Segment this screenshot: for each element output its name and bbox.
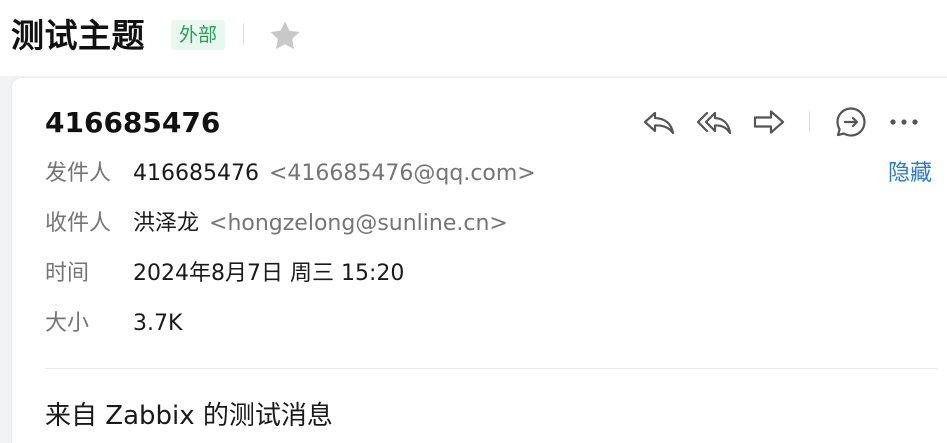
actions-divider: [809, 111, 810, 133]
reply-icon[interactable]: [642, 105, 676, 139]
to-value: 洪泽龙 <hongzelong@sunline.cn>: [133, 208, 508, 240]
mail-body: 来自 Zabbix 的测试消息: [45, 401, 333, 431]
subject-bar: 测试主题 外部: [0, 0, 947, 76]
mail-actions: [642, 105, 932, 139]
time-label: 时间: [45, 261, 90, 286]
time-value: 2024年8月7日 周三 15:20: [133, 261, 405, 286]
from-label: 发件人: [45, 161, 112, 186]
star-icon[interactable]: [266, 17, 304, 55]
recipient-name[interactable]: 洪泽龙: [133, 211, 199, 236]
to-label: 收件人: [45, 211, 112, 236]
size-value: 3.7K: [133, 311, 183, 336]
mail-reader: 测试主题 外部 416685476 隐藏 发件人 416685476 <4166…: [0, 0, 947, 443]
sender-heading: 416685476: [45, 106, 221, 139]
chat-reply-icon[interactable]: [834, 105, 868, 139]
forward-icon[interactable]: [752, 105, 786, 139]
recipient-address[interactable]: <hongzelong@sunline.cn>: [209, 211, 508, 236]
reply-all-icon[interactable]: [697, 105, 731, 139]
from-value: 416685476 <416685476@qq.com>: [133, 158, 536, 190]
hide-details-link[interactable]: 隐藏: [888, 158, 932, 190]
size-label: 大小: [45, 311, 90, 336]
mail-subject: 测试主题: [11, 16, 145, 55]
sender-name[interactable]: 416685476: [133, 161, 259, 186]
header-body-divider: [45, 368, 937, 369]
mail-card: 416685476 隐藏 发件人 416685476 <416685476@qq…: [12, 78, 947, 443]
sender-address[interactable]: <416685476@qq.com>: [269, 161, 536, 186]
external-tag: 外部: [171, 20, 226, 50]
title-divider: [243, 23, 244, 45]
more-icon[interactable]: [887, 105, 921, 139]
